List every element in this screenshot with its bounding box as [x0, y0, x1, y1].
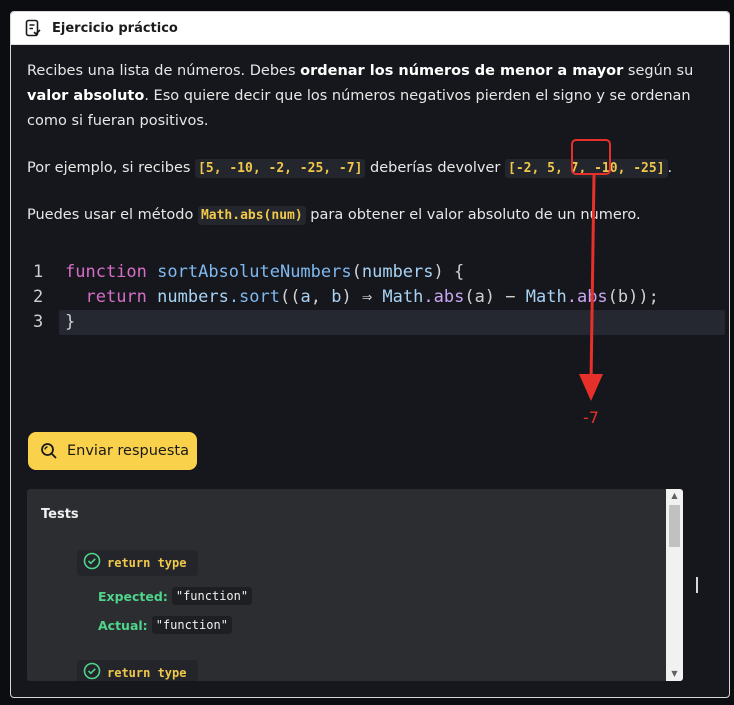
exercise-window: Ejercicio práctico Recibes una lista de …: [10, 11, 730, 698]
annotation-label: -7: [583, 408, 599, 427]
line-number: 1: [33, 262, 44, 282]
scroll-up-icon[interactable]: ▲: [666, 489, 683, 503]
check-circle-icon: [83, 552, 101, 574]
test-case: return type: [77, 550, 199, 576]
search-icon: [40, 442, 58, 460]
line-number: 2: [33, 287, 44, 307]
line-number: 3: [33, 312, 44, 332]
annotation-arrow: [571, 139, 611, 401]
send-answer-button[interactable]: Enviar respuesta: [28, 432, 197, 470]
tests-heading: Tests: [41, 507, 79, 522]
code-line[interactable]: 2 return numbers.sort((a, b) ⇒ Math.abs(…: [23, 285, 725, 310]
test-name: return type: [107, 556, 187, 570]
actual-value: "function": [151, 616, 232, 634]
window-title: Ejercicio práctico: [52, 20, 178, 36]
text-cursor: [696, 577, 698, 593]
checklist-icon: [25, 19, 43, 37]
actual-label: Actual:: [98, 617, 148, 633]
tests-panel[interactable]: Tests return type Expected: "function" A…: [27, 489, 683, 681]
code-line[interactable]: 3 }: [23, 310, 725, 335]
expected-row: Expected: "function": [98, 585, 253, 607]
test-name: return type: [107, 666, 187, 680]
paragraph-instructions: Recibes una lista de números. Debes orde…: [27, 63, 694, 129]
test-case: return type: [77, 660, 199, 681]
code-editor[interactable]: 1 function sortAbsoluteNumbers(numbers) …: [23, 260, 725, 336]
example-input-code: [5, -10, -2, -25, -7]: [195, 159, 366, 178]
expected-label: Expected:: [98, 588, 168, 604]
check-circle-icon: [83, 662, 101, 681]
actual-row: Actual: "function": [98, 614, 232, 636]
tests-scrollbar[interactable]: ▲ ▼: [666, 489, 683, 681]
code-line[interactable]: 1 function sortAbsoluteNumbers(numbers) …: [23, 260, 725, 285]
send-answer-label: Enviar respuesta: [67, 443, 189, 459]
title-bar: Ejercicio práctico: [11, 12, 729, 45]
expected-value: "function": [171, 587, 253, 605]
scrollbar-thumb[interactable]: [669, 505, 680, 547]
scroll-down-icon[interactable]: ▼: [666, 667, 683, 681]
hint-code: Math.abs(num): [197, 206, 306, 225]
